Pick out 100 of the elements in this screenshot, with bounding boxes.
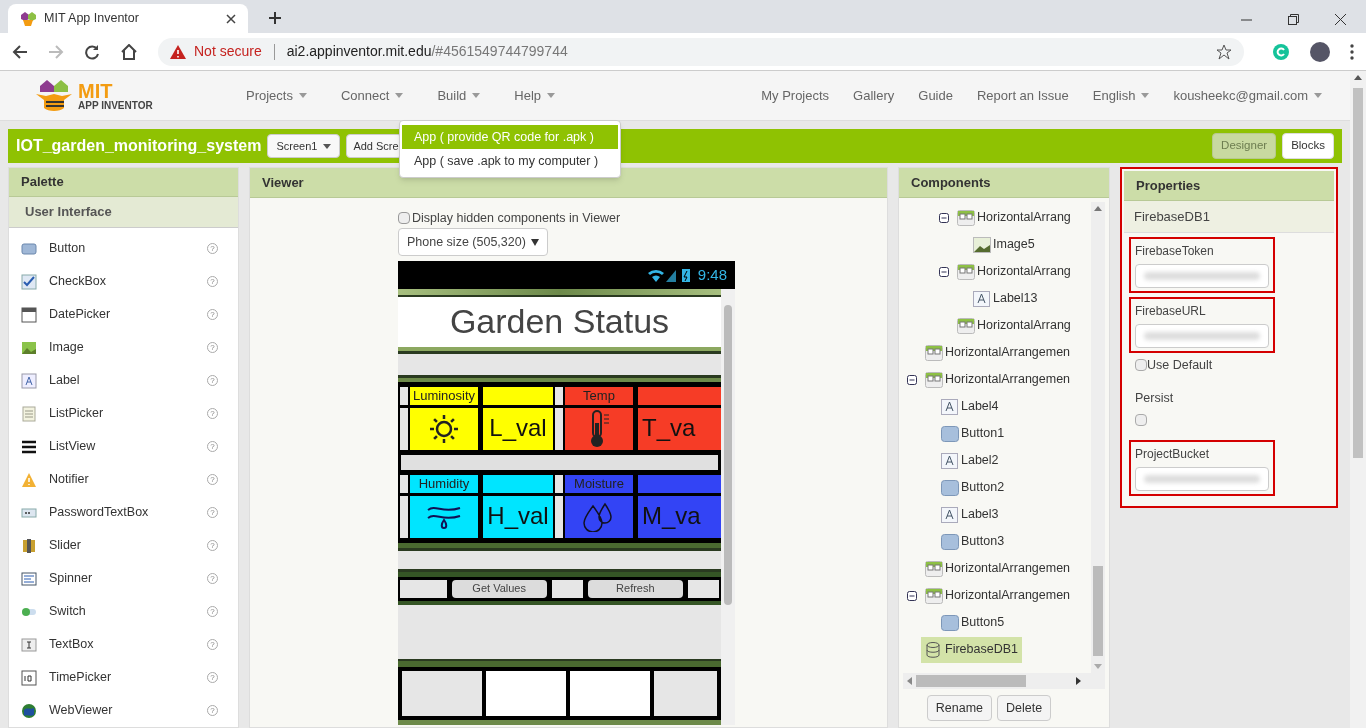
home-icon[interactable] — [120, 43, 138, 60]
palette-item[interactable]: PasswordTextBox ? — [9, 496, 238, 529]
collapse-icon[interactable] — [907, 590, 917, 601]
blurred-input-field[interactable] — [1135, 324, 1269, 348]
menu-button[interactable]: Projects — [246, 85, 307, 106]
component-icon — [21, 306, 37, 323]
component-icon — [21, 636, 37, 653]
palette-item[interactable]: TimePicker ? — [9, 661, 238, 694]
palette-item[interactable]: Notifier ? — [9, 463, 238, 496]
mode-tab[interactable]: Blocks — [1282, 133, 1334, 159]
nav-link[interactable]: Gallery — [853, 85, 895, 106]
checkbox[interactable] — [1135, 413, 1147, 426]
palette-item[interactable]: Spinner ? — [9, 562, 238, 595]
scroll-up-icon[interactable] — [1354, 75, 1362, 80]
scroll-right-icon[interactable] — [1076, 677, 1081, 685]
screen-dropdown[interactable]: Screen1 — [267, 134, 341, 158]
close-icon[interactable] — [1335, 14, 1346, 25]
tree-item[interactable]: HorizontalArrangemen — [921, 582, 1075, 609]
checkbox-label: Display hidden components in Viewer — [412, 209, 621, 227]
close-icon[interactable] — [226, 13, 236, 24]
palette-item[interactable]: ListPicker ? — [9, 397, 238, 430]
tree-item[interactable]: Image5 — [969, 231, 1039, 258]
tree-item[interactable]: HorizontalArrangemen — [921, 366, 1075, 393]
nav-link[interactable]: Report an Issue — [977, 85, 1069, 106]
new-tab-icon[interactable] — [268, 11, 282, 25]
address-bar[interactable]: Not secure ai2.appinventor.mit.edu/#4561549744799744 — [158, 37, 1244, 66]
button-component-icon — [941, 614, 959, 631]
checkbox[interactable] — [1135, 359, 1147, 371]
clock-time: 9:48 — [697, 264, 727, 285]
avatar[interactable] — [1310, 41, 1330, 62]
palette-item[interactable]: CheckBox ? — [9, 265, 238, 298]
palette-item[interactable]: Label ? — [9, 364, 238, 397]
collapse-icon[interactable] — [939, 266, 949, 277]
palette-item[interactable]: Slider ? — [9, 529, 238, 562]
tree-item[interactable]: Label13 — [969, 285, 1042, 312]
tree-item[interactable]: HorizontalArrang — [953, 312, 1075, 339]
sensor-value: H_val — [483, 496, 553, 539]
more-icon[interactable] — [1350, 43, 1354, 60]
star-icon[interactable] — [1216, 43, 1232, 60]
collapse-icon[interactable] — [907, 374, 917, 385]
spacer-cell — [555, 408, 563, 451]
tree-item[interactable]: Label3 — [937, 501, 1003, 528]
tree-item[interactable]: HorizontalArrangemen — [921, 339, 1075, 366]
dropdown-arrow-icon — [531, 238, 539, 246]
sensor-label-background — [483, 387, 553, 406]
scrollbar-thumb[interactable] — [916, 675, 1026, 687]
nav-link[interactable]: Guide — [918, 85, 953, 106]
palette-section-header[interactable]: User Interface — [9, 197, 238, 228]
scrollbar-thumb[interactable] — [1093, 566, 1103, 656]
tree-item[interactable]: Label2 — [937, 447, 1003, 474]
palette-item[interactable]: TextBox ? — [9, 628, 238, 661]
property-label: FirebaseURL — [1135, 303, 1207, 320]
account-menu[interactable]: kousheekc@gmail.com — [1173, 85, 1322, 106]
app-inventor-logo[interactable]: MIT APP INVENTOR — [36, 77, 226, 114]
menu-button[interactable]: Connect — [340, 85, 404, 106]
component-action-button[interactable]: Rename — [926, 695, 993, 721]
menu-button[interactable]: Help — [514, 85, 556, 106]
arrangement-component-icon — [925, 587, 943, 604]
sensor-label: Luminosity — [410, 387, 478, 406]
tree-item[interactable]: Button2 — [937, 474, 1009, 501]
sensor-label: Moisture — [565, 475, 633, 494]
tree-item[interactable]: HorizontalArrangemen — [921, 555, 1075, 582]
empty-cell — [654, 671, 717, 717]
tree-item[interactable]: HorizontalArrang — [953, 258, 1075, 285]
language-menu[interactable]: English — [1092, 85, 1150, 106]
tree-item[interactable]: Label4 — [937, 393, 1003, 420]
sensor-label-background — [483, 475, 553, 494]
scroll-left-icon[interactable] — [907, 677, 912, 685]
tree-item[interactable]: Button5 — [937, 609, 1009, 636]
caret-icon — [323, 143, 332, 149]
tree-item[interactable]: HorizontalArrang — [953, 204, 1075, 231]
back-icon[interactable] — [12, 43, 28, 60]
spacer-cell — [555, 387, 563, 406]
scrollbar-thumb[interactable] — [724, 305, 732, 605]
caret-icon — [298, 93, 307, 98]
restore-icon[interactable] — [1288, 14, 1299, 25]
scrollbar-thumb[interactable] — [1353, 88, 1363, 458]
caret-icon — [1141, 93, 1150, 98]
component-action-button[interactable]: Delete — [997, 695, 1052, 721]
checkbox[interactable] — [398, 212, 410, 224]
palette-item[interactable]: Button ? — [9, 232, 238, 265]
palette-item[interactable]: WebViewer ? — [9, 694, 238, 727]
reload-icon[interactable] — [84, 43, 100, 60]
palette-item[interactable]: Image ? — [9, 331, 238, 364]
palette-item[interactable]: DatePicker ? — [9, 298, 238, 331]
nav-link[interactable]: My Projects — [761, 85, 830, 106]
scroll-up-icon[interactable] — [1094, 206, 1102, 211]
collapse-icon[interactable] — [939, 212, 949, 223]
button-component-icon — [941, 479, 959, 496]
component-icon — [21, 438, 37, 455]
browser-tab[interactable]: MIT App Inventor — [8, 4, 248, 33]
blurred-input-field[interactable] — [1135, 466, 1269, 491]
tree-item[interactable]: FirebaseDB1 — [921, 636, 1022, 663]
menu-button[interactable]: Build — [437, 85, 481, 106]
phone-size-dropdown[interactable]: Phone size (505,320) — [398, 228, 548, 256]
tree-item[interactable]: Button3 — [937, 528, 1009, 555]
palette-item[interactable]: ListView ? — [9, 430, 238, 463]
blurred-input-field[interactable] — [1135, 264, 1269, 288]
tree-item[interactable]: Button1 — [937, 420, 1009, 447]
palette-item[interactable]: Switch ? — [9, 595, 238, 628]
